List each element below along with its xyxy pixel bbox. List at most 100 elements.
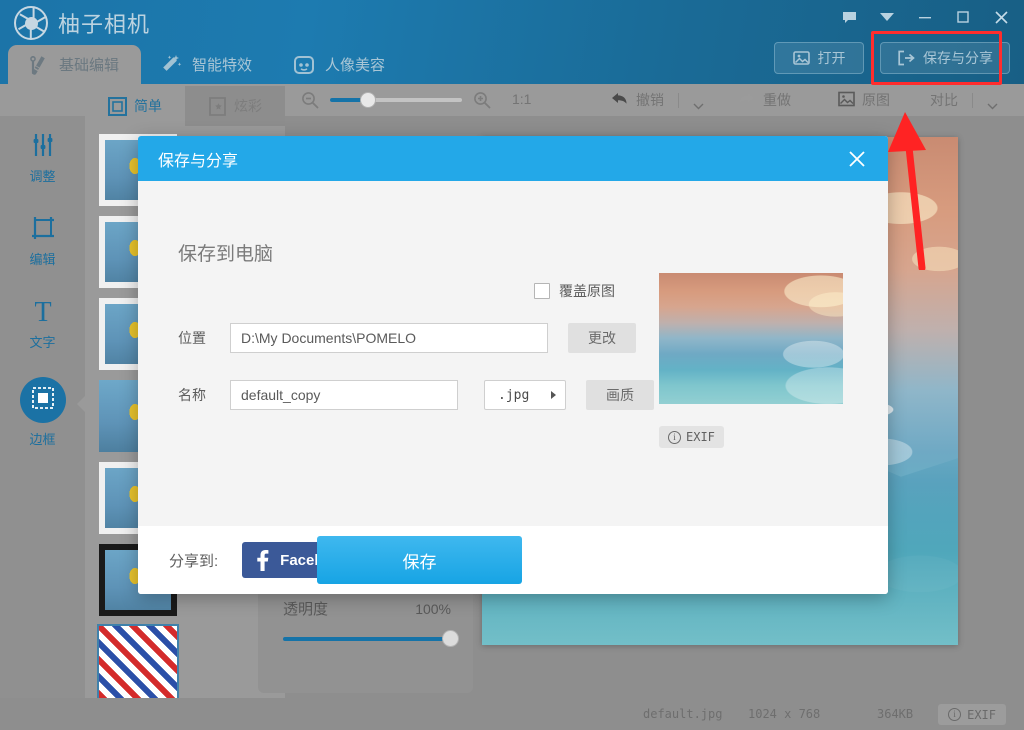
aperture-icon bbox=[14, 6, 48, 40]
preview-thumbnail bbox=[659, 273, 843, 404]
frame-icon bbox=[30, 385, 56, 416]
status-filesize: 364KB bbox=[877, 707, 913, 721]
facebook-icon bbox=[256, 549, 269, 571]
app-window: 柚子相机 bbox=[0, 0, 1024, 730]
list-item[interactable] bbox=[99, 626, 177, 698]
image-open-icon bbox=[793, 50, 810, 66]
sidebar-item-label: 文字 bbox=[29, 332, 55, 351]
sidebar-item-frame[interactable]: 边框 bbox=[0, 377, 85, 448]
title-bar: 柚子相机 bbox=[0, 0, 1024, 84]
tab-label: 基础编辑 bbox=[59, 54, 119, 75]
dialog-body: 保存到电脑 覆盖原图 位置 D:\My Documents\POMELO 更改 … bbox=[138, 181, 888, 526]
zoom-in-icon[interactable] bbox=[472, 90, 492, 110]
compare-label: 对比 bbox=[930, 90, 958, 110]
sidebar-item-edit[interactable]: 编辑 bbox=[0, 213, 85, 268]
dialog-header: 保存与分享 bbox=[138, 136, 888, 181]
sidebar-item-text[interactable]: T 文字 bbox=[0, 296, 85, 351]
change-location-button[interactable]: 更改 bbox=[568, 323, 636, 353]
location-input[interactable]: D:\My Documents\POMELO bbox=[230, 323, 548, 353]
opacity-label: 透明度 bbox=[283, 598, 328, 619]
app-title: 柚子相机 bbox=[58, 7, 150, 39]
opacity-value: 100% bbox=[415, 601, 451, 617]
undo-button[interactable]: 撤销 bbox=[610, 90, 704, 110]
status-dimensions: 1024 x 768 bbox=[748, 707, 820, 721]
original-label: 原图 bbox=[862, 90, 890, 110]
sidebar-item-label: 调整 bbox=[29, 166, 55, 185]
window-controls bbox=[830, 0, 1020, 34]
dialog-title: 保存与分享 bbox=[158, 147, 238, 171]
frame-icon-circle bbox=[20, 377, 66, 423]
dialog-exif-label: EXIF bbox=[686, 430, 715, 444]
overwrite-label: 覆盖原图 bbox=[559, 281, 615, 301]
save-share-button[interactable]: 保存与分享 bbox=[880, 42, 1010, 74]
tab-label: 智能特效 bbox=[192, 54, 252, 75]
close-icon[interactable] bbox=[844, 146, 870, 172]
sidebar-item-label: 编辑 bbox=[29, 249, 55, 268]
status-exif-label: EXIF bbox=[967, 708, 996, 722]
save-button[interactable]: 保存 bbox=[317, 536, 522, 584]
zoom-control bbox=[300, 90, 492, 110]
panel-tab-colorful[interactable]: 炫彩 bbox=[185, 86, 285, 126]
tab-portrait-beauty[interactable]: 人像美容 bbox=[274, 45, 407, 84]
status-bar: default.jpg 1024 x 768 364KB i EXIF bbox=[0, 698, 1024, 730]
left-sidebar: 调整 编辑 T 文字 bbox=[0, 116, 85, 698]
tab-basic-edit[interactable]: 基础编辑 bbox=[8, 45, 141, 84]
close-icon[interactable] bbox=[982, 2, 1020, 32]
redo-button[interactable]: 重做 bbox=[737, 90, 791, 110]
opacity-slider-knob[interactable] bbox=[442, 630, 459, 647]
crop-icon bbox=[28, 213, 58, 243]
name-label: 名称 bbox=[178, 385, 220, 405]
open-button-label: 打开 bbox=[818, 48, 846, 68]
location-field-row: 位置 D:\My Documents\POMELO 更改 bbox=[178, 323, 636, 353]
save-share-dialog: 保存与分享 保存到电脑 覆盖原图 位置 D:\My Documents\POME… bbox=[138, 136, 888, 594]
magic-wand-icon bbox=[159, 53, 183, 77]
save-share-button-label: 保存与分享 bbox=[923, 48, 993, 68]
zoom-slider-knob[interactable] bbox=[360, 92, 376, 108]
caret-right-icon bbox=[551, 391, 556, 399]
panel-tab-simple[interactable]: 简单 bbox=[85, 86, 185, 126]
tools-icon bbox=[26, 53, 50, 77]
panel-tab-label: 炫彩 bbox=[234, 96, 262, 116]
quality-button[interactable]: 画质 bbox=[586, 380, 654, 410]
name-field-row: 名称 default_copy .jpg 画质 bbox=[178, 380, 654, 410]
chevron-down-icon[interactable] bbox=[987, 97, 998, 104]
face-icon bbox=[292, 53, 316, 77]
sidebar-item-adjust[interactable]: 调整 bbox=[0, 130, 85, 185]
location-label: 位置 bbox=[178, 328, 220, 348]
feedback-icon[interactable] bbox=[830, 2, 868, 32]
panel-tab-label: 简单 bbox=[134, 96, 162, 116]
compare-button[interactable]: 对比 bbox=[930, 90, 998, 110]
chevron-down-icon[interactable] bbox=[693, 97, 704, 104]
menu-chevron-icon[interactable] bbox=[868, 2, 906, 32]
share-label: 分享到: bbox=[169, 550, 218, 571]
svg-text:T: T bbox=[34, 297, 51, 326]
tab-smart-effects[interactable]: 智能特效 bbox=[141, 45, 274, 84]
sidebar-item-label: 边框 bbox=[29, 429, 55, 448]
zoom-out-icon[interactable] bbox=[300, 90, 320, 110]
format-select-value: .jpg bbox=[498, 388, 529, 403]
text-icon: T bbox=[28, 296, 58, 326]
overwrite-checkbox[interactable] bbox=[534, 283, 550, 299]
filename-input[interactable]: default_copy bbox=[230, 380, 458, 410]
opacity-slider[interactable] bbox=[283, 637, 451, 641]
open-button[interactable]: 打开 bbox=[774, 42, 864, 74]
status-exif-button[interactable]: i EXIF bbox=[938, 704, 1006, 725]
dialog-exif-button[interactable]: i EXIF bbox=[659, 426, 724, 448]
colorful-frame-icon bbox=[208, 97, 227, 116]
original-image-icon bbox=[838, 91, 855, 110]
undo-arrow-icon bbox=[610, 91, 629, 109]
format-select[interactable]: .jpg bbox=[484, 380, 566, 410]
frames-panel-tabs: 简单 炫彩 bbox=[85, 86, 285, 126]
sliders-icon bbox=[28, 130, 58, 160]
maximize-icon[interactable] bbox=[944, 2, 982, 32]
divider bbox=[972, 93, 973, 108]
overwrite-original-checkbox-row[interactable]: 覆盖原图 bbox=[534, 281, 615, 301]
tab-label: 人像美容 bbox=[325, 54, 385, 75]
header-buttons: 打开 保存与分享 bbox=[774, 42, 1010, 74]
app-branding: 柚子相机 bbox=[14, 6, 150, 40]
redo-arrow-icon bbox=[737, 91, 756, 109]
info-icon: i bbox=[948, 708, 961, 721]
zoom-slider[interactable] bbox=[330, 98, 462, 102]
original-button[interactable]: 原图 bbox=[838, 90, 890, 110]
minimize-icon[interactable] bbox=[906, 2, 944, 32]
